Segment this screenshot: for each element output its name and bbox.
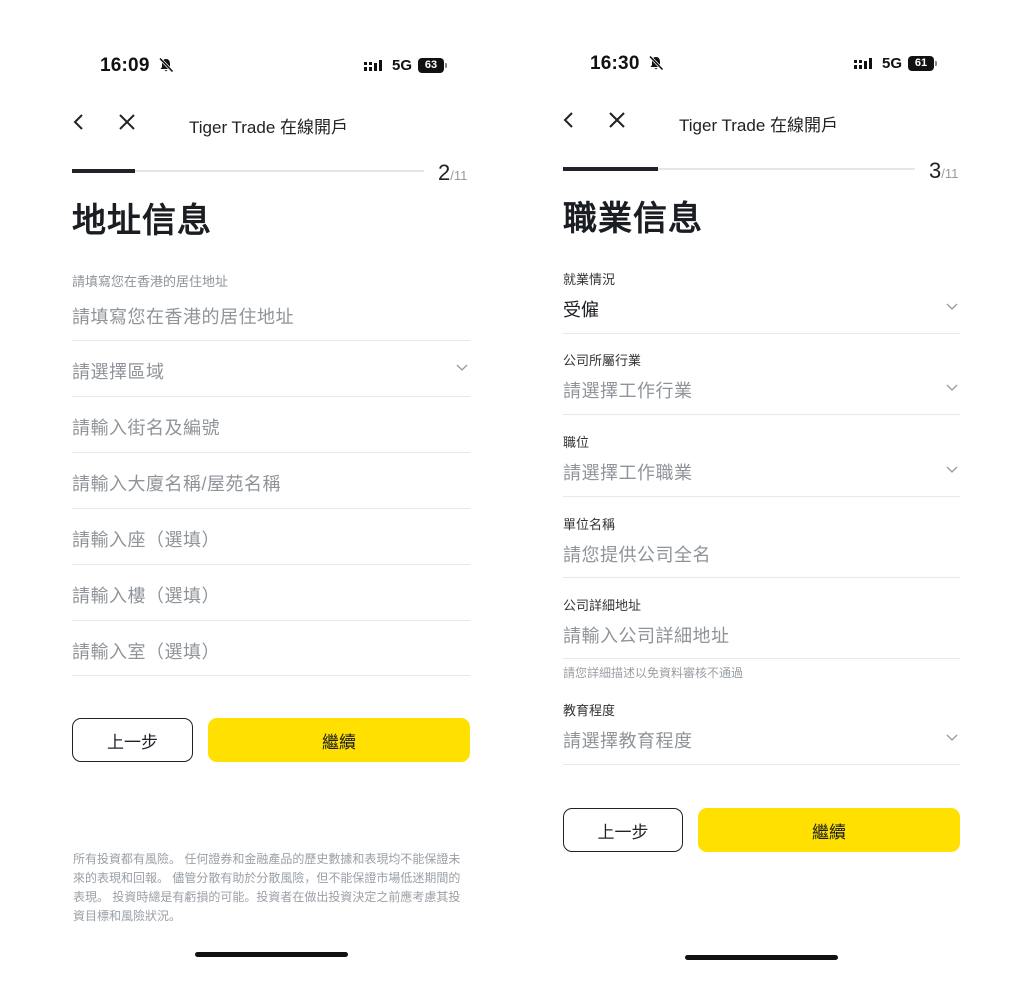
employment-label: 就業情況 (563, 272, 616, 287)
status-time: 16:09 (100, 55, 174, 77)
chevron-down-icon (456, 364, 468, 371)
page-title: 職業信息 (563, 200, 703, 238)
chevron-down-icon (946, 466, 958, 473)
progress-fill (72, 169, 136, 173)
district-select[interactable]: 請選擇區域 (72, 340, 470, 397)
left-phone-screen: 16:09 5G 63 Tiger Trade 在線開戶 2/11 地址信息 請… (0, 0, 540, 1000)
district-placeholder: 請選擇區域 (72, 362, 165, 382)
close-icon (609, 112, 625, 128)
risk-disclaimer: 所有投資都有風險。 任何證券和金融產品的歷史數據和表現均不能保證未來的表現和回報… (73, 852, 461, 923)
status-time-text: 16:30 (590, 53, 640, 74)
battery-icon: 61 (908, 56, 938, 71)
nav-title: Tiger Trade 在線開戶 (189, 118, 349, 137)
company-address-hint: 請您詳細描述以免資料審核不通過 (563, 666, 744, 680)
page-title: 地址信息 (72, 202, 212, 240)
chevron-left-icon (73, 114, 83, 130)
prev-step-button[interactable]: 上一步 (563, 808, 683, 852)
position-placeholder: 請選擇工作職業 (563, 463, 693, 483)
room-field[interactable]: 請輸入室（選填） (72, 620, 470, 676)
status-time: 16:30 (590, 53, 664, 75)
back-button[interactable] (70, 112, 88, 137)
progress-bar (72, 169, 424, 173)
position-label: 職位 (563, 435, 590, 450)
block-input[interactable]: 請輸入座（選填） (72, 526, 220, 552)
bell-muted-icon (159, 57, 174, 73)
nav-title: Tiger Trade 在線開戶 (679, 116, 839, 135)
continue-button[interactable]: 繼續 (698, 808, 960, 852)
signal-icon (364, 59, 382, 71)
room-input[interactable]: 請輸入室（選填） (72, 638, 220, 664)
bell-muted-icon (649, 55, 664, 71)
close-icon (119, 114, 135, 130)
step-total: /11 (941, 166, 959, 181)
industry-label: 公司所屬行業 (563, 353, 642, 368)
progress-fill (563, 167, 659, 171)
network-label: 5G (392, 57, 413, 74)
street-field[interactable]: 請輸入街名及編號 (72, 396, 470, 453)
close-button[interactable] (607, 110, 627, 135)
back-button[interactable] (560, 110, 578, 135)
company-name-input[interactable]: 請您提供公司全名 (563, 541, 711, 567)
floor-field[interactable]: 請輸入樓（選填） (72, 564, 470, 621)
status-right: 5G 63 (364, 57, 448, 74)
step-indicator: 3/11 (929, 158, 958, 184)
company-address-field[interactable]: 公司詳細地址 請輸入公司詳細地址 (563, 589, 960, 659)
step-indicator: 2/11 (438, 160, 467, 186)
battery-level: 61 (908, 56, 935, 71)
chevron-down-icon (946, 303, 958, 310)
continue-button[interactable]: 繼續 (208, 718, 470, 762)
floor-input[interactable]: 請輸入樓（選填） (72, 582, 220, 608)
network-label: 5G (882, 55, 903, 72)
signal-icon (854, 57, 872, 69)
company-name-label: 單位名稱 (563, 517, 616, 532)
building-input[interactable]: 請輸入大廈名稱/屋苑名稱 (72, 470, 281, 496)
step-current: 2 (438, 160, 451, 185)
address-input[interactable]: 請填寫您在香港的居住地址 (72, 303, 294, 329)
street-input[interactable]: 請輸入街名及編號 (72, 414, 220, 440)
employment-select[interactable]: 就業情況 受僱 (563, 265, 960, 334)
address-field[interactable]: 請填寫您在香港的居住地址 請填寫您在香港的居住地址 (72, 268, 470, 341)
prev-step-button[interactable]: 上一步 (72, 718, 193, 762)
block-field[interactable]: 請輸入座（選填） (72, 508, 470, 565)
chevron-left-icon (563, 112, 573, 128)
progress-bar (563, 167, 915, 171)
right-phone-screen: 16:30 5G 61 Tiger Trade 在線開戶 3/11 職業信息 就… (490, 0, 1029, 1000)
chevron-down-icon (946, 734, 958, 741)
company-address-label: 公司詳細地址 (563, 598, 642, 613)
status-time-text: 16:09 (100, 55, 150, 76)
position-select[interactable]: 職位 請選擇工作職業 (563, 426, 960, 497)
building-field[interactable]: 請輸入大廈名稱/屋苑名稱 (72, 452, 470, 509)
employment-value: 受僱 (563, 300, 599, 320)
close-button[interactable] (117, 112, 137, 137)
status-right: 5G 61 (854, 55, 938, 72)
address-label: 請填寫您在香港的居住地址 (72, 274, 229, 289)
step-current: 3 (929, 158, 942, 183)
education-placeholder: 請選擇教育程度 (563, 731, 693, 751)
battery-icon: 63 (418, 58, 448, 73)
company-address-input[interactable]: 請輸入公司詳細地址 (563, 622, 730, 648)
home-indicator[interactable] (685, 955, 838, 960)
battery-level: 63 (418, 58, 445, 73)
home-indicator[interactable] (195, 952, 348, 957)
education-label: 教育程度 (563, 703, 616, 718)
industry-select[interactable]: 公司所屬行業 請選擇工作行業 (563, 345, 960, 415)
company-name-field[interactable]: 單位名稱 請您提供公司全名 (563, 508, 960, 578)
education-select[interactable]: 教育程度 請選擇教育程度 (563, 694, 960, 765)
step-total: /11 (450, 168, 468, 183)
chevron-down-icon (946, 384, 958, 391)
industry-placeholder: 請選擇工作行業 (563, 381, 693, 401)
